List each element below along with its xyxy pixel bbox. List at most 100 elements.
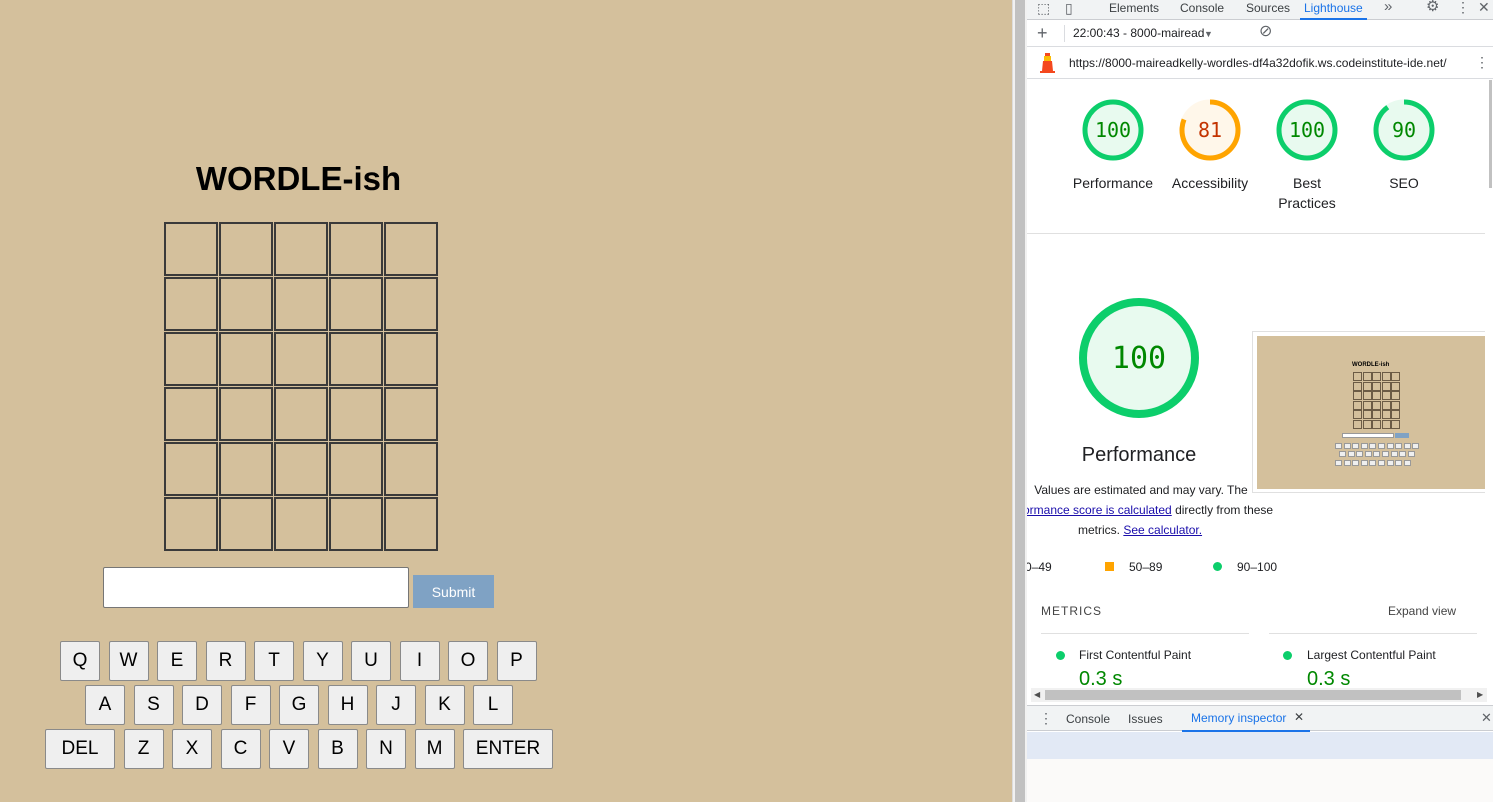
scroll-right-icon[interactable]: ▶ <box>1477 690 1483 699</box>
thumbnail-key <box>1335 460 1342 466</box>
close-devtools-icon[interactable]: ✕ <box>1478 0 1490 14</box>
report-horizontal-scrollbar[interactable]: ◀ ▶ <box>1031 688 1487 702</box>
guess-input[interactable] <box>103 567 409 608</box>
close-drawer-icon[interactable]: ✕ <box>1481 711 1492 725</box>
thumbnail-tile <box>1362 372 1372 381</box>
thumbnail-tile <box>1381 381 1391 391</box>
report-selector[interactable]: 22:00:43 - 8000-mairead​kelly-​ <box>1073 26 1205 40</box>
legend-pass: 90–100 <box>1237 560 1278 574</box>
key-x[interactable]: X <box>172 729 212 769</box>
drawer-tab-issues[interactable]: Issues <box>1128 711 1163 731</box>
scrollbar-thumb[interactable] <box>1489 80 1492 188</box>
board-tile <box>329 332 383 386</box>
score-gauge-best-practices[interactable]: 100 <box>1272 95 1342 165</box>
more-tabs-icon[interactable]: » <box>1384 0 1392 14</box>
key-v[interactable]: V <box>269 729 309 769</box>
estimate-note: Values are estimated and may vary. The <box>1034 483 1248 497</box>
key-del[interactable]: DEL <box>45 729 115 769</box>
performance-heading: Performance <box>1081 444 1197 466</box>
metric-divider-right <box>1269 633 1477 634</box>
lighthouse-toolbar: + 22:00:43 - 8000-mairead​kelly-​ ▼ ⊘ <box>1027 21 1493 47</box>
board-tile <box>164 442 218 496</box>
score-label: Performance <box>1072 175 1154 191</box>
metric-divider-left <box>1041 633 1249 634</box>
key-a[interactable]: A <box>85 685 125 725</box>
drawer-tab-memory-inspector[interactable]: Memory inspector ✕ <box>1182 706 1310 732</box>
tab-sources[interactable]: Sources <box>1246 0 1290 20</box>
scrollbar-thumb[interactable] <box>1015 0 1025 802</box>
scrollbar-thumb[interactable] <box>1045 690 1461 700</box>
kebab-menu-icon[interactable]: ⋮ <box>1456 0 1470 14</box>
key-k[interactable]: K <box>424 685 465 725</box>
key-f[interactable]: F <box>230 685 271 725</box>
tab-lighthouse[interactable]: Lighthouse <box>1300 0 1367 20</box>
key-b[interactable]: B <box>317 729 358 769</box>
key-c[interactable]: C <box>220 729 261 769</box>
key-enter[interactable]: ENTER <box>463 729 553 769</box>
key-y[interactable]: Y <box>302 641 343 681</box>
lighthouse-report: 100 Performance 81 Accessibility 100 Best Pra… <box>1027 80 1485 688</box>
score-label: SEO <box>1389 175 1419 191</box>
key-r[interactable]: R <box>205 641 246 681</box>
inspect-element-icon[interactable]: ⬚ <box>1037 1 1050 15</box>
key-j[interactable]: J <box>376 685 416 725</box>
key-l[interactable]: L <box>473 685 513 725</box>
clear-icon[interactable]: ⊘ <box>1259 24 1272 40</box>
key-g[interactable]: G <box>279 685 319 725</box>
score-gauge-performance[interactable]: 100 <box>1078 95 1148 165</box>
metric-pass-dot <box>1283 651 1292 660</box>
key-n[interactable]: N <box>366 729 406 769</box>
board-tile <box>329 277 383 331</box>
thumbnail-tile <box>1353 420 1362 429</box>
key-q[interactable]: Q <box>60 641 100 681</box>
performance-big-gauge: 100 <box>1079 298 1199 418</box>
key-d[interactable]: D <box>182 685 222 725</box>
drawer-tab-console[interactable]: Console <box>1066 711 1110 731</box>
expand-view-toggle[interactable]: Expand view <box>1388 604 1456 618</box>
devtools-panel: ⬚ ▯ Elements Console Sources Lighthouse … <box>1027 0 1493 802</box>
thumbnail-key <box>1386 443 1394 449</box>
key-m[interactable]: M <box>414 729 455 769</box>
board-tile <box>329 387 383 441</box>
section-divider <box>1027 233 1485 234</box>
board-tile <box>274 277 328 331</box>
chevron-down-icon[interactable]: ▼ <box>1204 27 1213 41</box>
submit-button[interactable]: Submit <box>413 575 494 608</box>
board-tile <box>164 222 218 276</box>
audited-url: https://8000-maireadkelly-wordles-df4a32… <box>1069 56 1447 70</box>
key-i[interactable]: I <box>399 641 440 681</box>
close-tab-icon[interactable]: ✕ <box>1294 710 1304 724</box>
tab-elements[interactable]: Elements <box>1109 0 1159 20</box>
report-vertical-scrollbar[interactable] <box>1486 80 1493 688</box>
key-o[interactable]: O <box>448 641 488 681</box>
board-tile <box>219 497 273 551</box>
score-calculated-link[interactable]: ormance score is calculated <box>1027 503 1172 517</box>
page-scrollbar[interactable] <box>1012 0 1027 802</box>
key-u[interactable]: U <box>351 641 391 681</box>
key-t[interactable]: T <box>254 641 294 681</box>
tab-console[interactable]: Console <box>1180 0 1224 20</box>
scroll-left-icon[interactable]: ◀ <box>1034 690 1040 699</box>
score-gauge-seo[interactable]: 90 <box>1369 95 1439 165</box>
game-title: WORDLE-ish <box>195 160 402 197</box>
device-toolbar-icon[interactable]: ▯ <box>1065 1 1073 15</box>
key-h[interactable]: H <box>327 685 368 725</box>
page-screenshot-thumbnail[interactable]: WORDLE-ish <box>1252 331 1485 493</box>
thumbnail-key <box>1369 460 1377 466</box>
key-w[interactable]: W <box>108 641 149 681</box>
thumbnail-tile <box>1353 391 1362 401</box>
key-z[interactable]: Z <box>123 729 164 769</box>
key-e[interactable]: E <box>157 641 197 681</box>
metric-lcp-value: 0.3 s <box>1307 668 1351 688</box>
key-p[interactable]: P <box>496 641 537 681</box>
score-gauge-accessibility[interactable]: 81 <box>1175 95 1245 165</box>
board-tile <box>274 332 328 386</box>
key-s[interactable]: S <box>133 685 174 725</box>
plus-icon[interactable]: + <box>1037 24 1048 42</box>
see-calculator-link[interactable]: See calculator. <box>1123 523 1202 537</box>
gear-icon[interactable]: ⚙ <box>1426 0 1439 14</box>
thumbnail-tile <box>1372 410 1382 420</box>
thumbnail-tile <box>1381 391 1391 401</box>
url-menu-icon[interactable]: ⋮ <box>1475 55 1489 69</box>
drawer-menu-icon[interactable]: ⋮ <box>1039 711 1053 725</box>
